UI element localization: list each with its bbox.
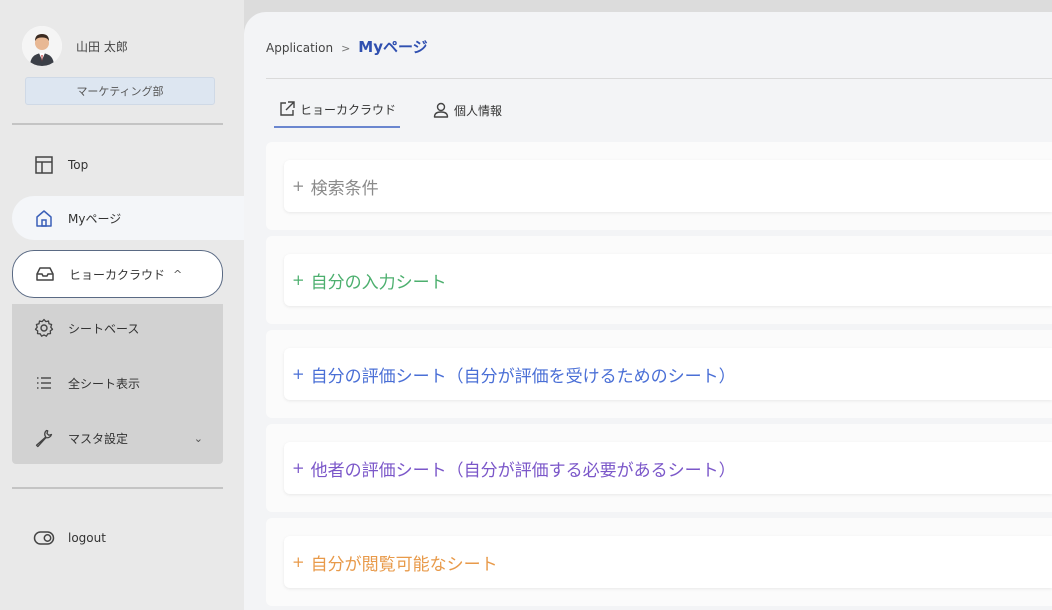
logout-label: logout bbox=[68, 531, 106, 545]
tab-label: 個人情報 bbox=[454, 103, 503, 118]
tab-label: ヒョーカクラウド bbox=[300, 102, 397, 117]
tab-personal-info[interactable]: 個人情報 bbox=[428, 92, 506, 128]
sidebar-item-mypage[interactable]: Myページ bbox=[12, 196, 244, 240]
sidebar-item-top[interactable]: Top bbox=[12, 143, 223, 187]
submenu-item-label: シートベース bbox=[68, 321, 140, 336]
plus-icon: + bbox=[292, 271, 305, 289]
accordion-header[interactable]: + 自分の入力シート bbox=[284, 254, 1052, 306]
list-icon bbox=[32, 371, 56, 395]
page-title: Myページ bbox=[358, 38, 428, 56]
panel-title: 検索条件 bbox=[310, 178, 379, 199]
home-icon bbox=[32, 206, 56, 230]
chevron-up-icon: ^ bbox=[173, 267, 183, 281]
sidebar-item-label: ヒョーカクラウド bbox=[69, 267, 166, 282]
main-content: Application > Myページ ヒョーカクラウド 個人情報 + 検索条件… bbox=[244, 12, 1052, 610]
accordion-header[interactable]: + 他者の評価シート（自分が評価する必要があるシート） bbox=[284, 442, 1052, 494]
plus-icon: + bbox=[292, 553, 305, 571]
breadcrumb-root[interactable]: Application bbox=[266, 41, 333, 55]
logout-button[interactable]: logout bbox=[12, 516, 223, 560]
gear-icon bbox=[32, 316, 56, 340]
panel-title: 自分の入力シート bbox=[310, 272, 447, 293]
submenu-item-sheet-base[interactable]: シートベース bbox=[12, 308, 223, 348]
toggle-icon bbox=[32, 526, 56, 550]
panel-others-evaluation-sheets: + 他者の評価シート（自分が評価する必要があるシート） bbox=[266, 424, 1052, 512]
sidebar-divider bbox=[12, 123, 223, 125]
panel-search-conditions: + 検索条件 bbox=[266, 142, 1052, 230]
sidebar-divider bbox=[12, 487, 223, 489]
sidebar: 山田 太郎 マーケティング部 Top Myページ ヒョーカクラウド ^ シートベ… bbox=[0, 0, 244, 610]
panel-my-evaluation-sheets: + 自分の評価シート（自分が評価を受けるためのシート） bbox=[266, 330, 1052, 418]
breadcrumb: Application > Myページ bbox=[266, 36, 428, 57]
inbox-icon bbox=[33, 262, 57, 286]
sidebar-item-label: Top bbox=[68, 158, 89, 172]
header-divider bbox=[266, 78, 1052, 79]
submenu-item-label: 全シート表示 bbox=[68, 376, 141, 391]
sidebar-item-label: Myページ bbox=[68, 211, 122, 226]
accordion-header[interactable]: + 自分が閲覧可能なシート bbox=[284, 536, 1052, 588]
layout-icon bbox=[32, 153, 56, 177]
tab-hyoka-cloud[interactable]: ヒョーカクラウド bbox=[274, 92, 401, 128]
submenu-item-label: マスタ設定 bbox=[68, 431, 129, 446]
panel-title: 他者の評価シート（自分が評価する必要があるシート） bbox=[310, 460, 736, 481]
user-profile: 山田 太郎 bbox=[22, 26, 128, 66]
user-icon bbox=[432, 101, 450, 119]
chevron-down-icon: ⌄ bbox=[193, 431, 203, 445]
submenu: シートベース 全シート表示 マスタ設定 ⌄ bbox=[12, 304, 223, 464]
department-badge: マーケティング部 bbox=[25, 77, 215, 105]
plus-icon: + bbox=[292, 459, 305, 477]
breadcrumb-separator: > bbox=[341, 42, 351, 55]
tab-bar: ヒョーカクラウド 個人情報 bbox=[274, 92, 534, 130]
external-link-icon bbox=[278, 100, 296, 118]
sidebar-item-hyoka-cloud[interactable]: ヒョーカクラウド ^ bbox=[12, 250, 223, 298]
avatar[interactable] bbox=[22, 26, 62, 66]
username: 山田 太郎 bbox=[76, 39, 128, 54]
accordion-header[interactable]: + 自分の評価シート（自分が評価を受けるためのシート） bbox=[284, 348, 1052, 400]
panel-viewable-sheets: + 自分が閲覧可能なシート bbox=[266, 518, 1052, 606]
plus-icon: + bbox=[292, 365, 305, 383]
accordion-header[interactable]: + 検索条件 bbox=[284, 160, 1052, 212]
panel-my-input-sheets: + 自分の入力シート bbox=[266, 236, 1052, 324]
submenu-item-master-settings[interactable]: マスタ設定 ⌄ bbox=[12, 418, 223, 458]
avatar-icon bbox=[22, 26, 62, 66]
submenu-item-all-sheets[interactable]: 全シート表示 bbox=[12, 363, 223, 403]
plus-icon: + bbox=[292, 177, 305, 195]
panel-title: 自分が閲覧可能なシート bbox=[310, 554, 498, 575]
panel-title: 自分の評価シート（自分が評価を受けるためのシート） bbox=[310, 366, 736, 387]
wrench-icon bbox=[32, 426, 56, 450]
